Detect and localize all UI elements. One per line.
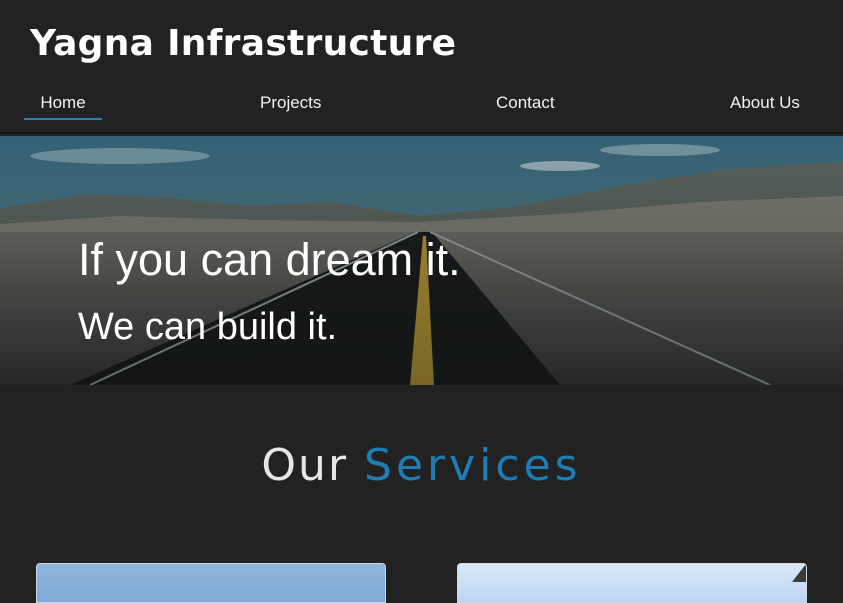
service-card-image[interactable] [36,563,386,603]
card-image-detail [792,564,806,582]
services-heading: Our Services [0,436,843,496]
hero-headline: If you can dream it. [78,234,461,285]
nav-home[interactable]: Home [24,90,102,120]
hero-banner: If you can dream it. We can build it. [0,136,843,385]
nav-contact[interactable]: Contact [496,90,555,120]
hero-subheadline: We can build it. [78,306,338,348]
brand-title[interactable]: Yagna Infrastructure [30,20,456,68]
services-heading-services: Services [364,440,582,491]
service-card-image[interactable] [457,563,807,603]
services-heading-our: Our [261,440,349,491]
site-header: Yagna Infrastructure Home Projects Conta… [0,0,843,134]
nav-projects[interactable]: Projects [260,90,321,120]
nav-about-us[interactable]: About Us [730,90,800,120]
